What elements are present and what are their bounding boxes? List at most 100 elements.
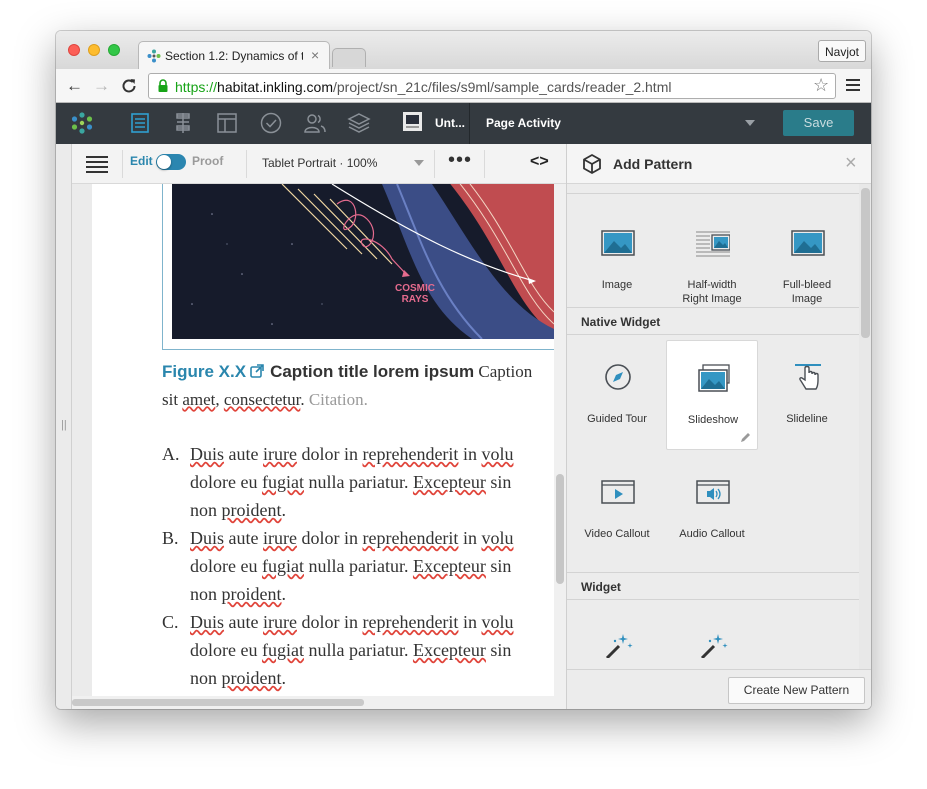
pattern-slideline[interactable]: Slideline [761, 340, 853, 450]
pattern-widget-2[interactable] [666, 606, 758, 669]
outline-icon[interactable] [171, 111, 195, 135]
tab-close-icon[interactable]: × [311, 47, 319, 63]
tab-title: Section 1.2: Dynamics of th [165, 49, 303, 63]
audio-icon [696, 480, 730, 504]
document-icon[interactable] [128, 111, 152, 135]
slideshow-icon [698, 364, 730, 392]
favicon-icon [147, 49, 161, 63]
pattern-full-bleed-image[interactable]: Full-bleed Image [761, 206, 853, 316]
section-header-native-widget: Native Widget [567, 307, 859, 335]
panel-scrollbar[interactable] [859, 184, 871, 669]
url-input[interactable]: https://habitat.inkling.com/project/sn_2… [148, 73, 836, 99]
pattern-half-width-right-image[interactable]: Half-width Right Image [666, 206, 758, 316]
layout-icon[interactable] [215, 111, 239, 135]
figure-label-cosmic: COSMIC [395, 283, 435, 294]
left-gutter: || [56, 144, 72, 709]
pattern-audio-callout[interactable]: Audio Callout [666, 455, 758, 565]
image-icon [601, 230, 635, 256]
close-window-button[interactable] [68, 44, 80, 56]
address-bar: ← → https://habitat.inkling.com/project/… [56, 69, 871, 103]
figure-label-rays: RAYS [402, 294, 429, 305]
figure-caption[interactable]: Figure X.X Caption title lorem ipsum Cap… [162, 362, 532, 382]
list-item[interactable]: B. Duis aute irure dolor in reprehenderi… [162, 528, 554, 612]
device-select[interactable]: Tablet Portrait · 100% [262, 156, 377, 170]
panel-header: Add Pattern × [567, 144, 871, 184]
url-text: https://habitat.inkling.com/project/sn_2… [175, 79, 672, 95]
proof-mode-label[interactable]: Proof [192, 154, 223, 168]
zoom-window-button[interactable] [108, 44, 120, 56]
toolbar-divider [469, 103, 470, 144]
save-button[interactable]: Save [783, 110, 854, 136]
code-view-icon[interactable]: <> [530, 153, 549, 171]
page: COSMIC RAYS Figure X.X Caption title lor… [92, 184, 554, 696]
more-options-icon[interactable]: ••• [448, 149, 472, 172]
logo-icon[interactable] [70, 111, 94, 135]
list-icon[interactable] [86, 156, 108, 176]
cube-icon [583, 154, 601, 174]
reload-icon[interactable] [120, 77, 138, 95]
page-activity-select[interactable]: Page Activity [486, 116, 561, 130]
app-toolbar: Unt... Page Activity Save [56, 103, 871, 144]
edit-proof-toggle[interactable] [156, 154, 186, 170]
section-header-image [567, 184, 859, 194]
bookmark-star-icon[interactable]: ☆ [813, 75, 829, 96]
external-link-icon[interactable] [250, 364, 264, 378]
video-icon [601, 480, 635, 504]
magic-wand-icon [700, 634, 728, 658]
check-icon[interactable] [259, 111, 283, 135]
pattern-image[interactable]: Image [571, 206, 663, 316]
half-width-image-icon [696, 231, 730, 257]
browser-window: Section 1.2: Dynamics of th × Navjot ← →… [56, 31, 871, 709]
pattern-video-callout[interactable]: Video Callout [571, 455, 663, 565]
edit-mode-label[interactable]: Edit [130, 154, 153, 168]
users-icon[interactable] [303, 111, 327, 135]
profile-button[interactable]: Navjot [818, 40, 866, 62]
ordered-list: A. Duis aute irure dolor in reprehenderi… [162, 444, 554, 696]
resize-grip-icon[interactable]: || [61, 419, 67, 431]
forward-icon[interactable]: → [93, 77, 110, 95]
close-icon[interactable]: × [845, 152, 857, 175]
layers-icon[interactable] [347, 111, 371, 135]
document-thumbnail [403, 112, 422, 131]
toolbar-divider [246, 150, 247, 178]
editor-horizontal-scrollbar[interactable] [72, 696, 566, 709]
panel-footer: Create New Pattern [567, 669, 871, 709]
caption-title: Caption title lorem ipsum [270, 362, 475, 381]
pattern-list: Image Half-width Right Image Full-bleed … [567, 184, 859, 669]
full-bleed-image-icon [791, 230, 825, 256]
compass-icon [605, 364, 631, 390]
pattern-slideshow[interactable]: Slideshow [666, 340, 758, 450]
chevron-down-icon[interactable] [414, 160, 424, 166]
toolbar-divider [484, 150, 485, 178]
caption-continued[interactable]: sit amet, consectetur. Citation. [162, 390, 368, 410]
document-title[interactable]: Unt... [435, 116, 465, 130]
hand-pointer-icon [795, 364, 821, 390]
toolbar-divider [122, 150, 123, 178]
editor-vertical-scrollbar[interactable] [554, 184, 566, 696]
new-tab-button[interactable] [332, 48, 366, 67]
list-item[interactable]: A. Duis aute irure dolor in reprehenderi… [162, 444, 554, 528]
editor-toolbar: Edit Proof Tablet Portrait · 100% ••• <> [72, 144, 566, 184]
panel-title: Add Pattern [613, 156, 693, 172]
create-new-pattern-button[interactable]: Create New Pattern [728, 677, 865, 704]
pattern-guided-tour[interactable]: Guided Tour [571, 340, 663, 450]
figure-number: Figure X.X [162, 362, 247, 381]
toolbar-divider [434, 150, 435, 178]
add-pattern-panel: Add Pattern × Image Half-width Right Ima… [566, 144, 871, 709]
pattern-widget-1[interactable] [571, 606, 663, 669]
title-bar: Section 1.2: Dynamics of th × Navjot [56, 31, 871, 69]
browser-tab[interactable]: Section 1.2: Dynamics of th × [138, 41, 330, 69]
editor-canvas: COSMIC RAYS Figure X.X Caption title lor… [72, 184, 554, 696]
figure-image[interactable]: COSMIC RAYS [172, 184, 554, 339]
list-item[interactable]: C. Duis aute irure dolor in reprehenderi… [162, 612, 554, 696]
minimize-window-button[interactable] [88, 44, 100, 56]
browser-menu-icon[interactable] [846, 79, 860, 94]
pencil-icon[interactable] [739, 432, 751, 444]
section-header-widget: Widget [567, 572, 859, 600]
magic-wand-icon [605, 634, 633, 658]
lock-icon [158, 79, 168, 92]
citation: Citation. [308, 390, 368, 409]
caption-text: Caption [478, 362, 533, 381]
chevron-down-icon[interactable] [745, 120, 755, 126]
back-icon[interactable]: ← [66, 77, 83, 95]
